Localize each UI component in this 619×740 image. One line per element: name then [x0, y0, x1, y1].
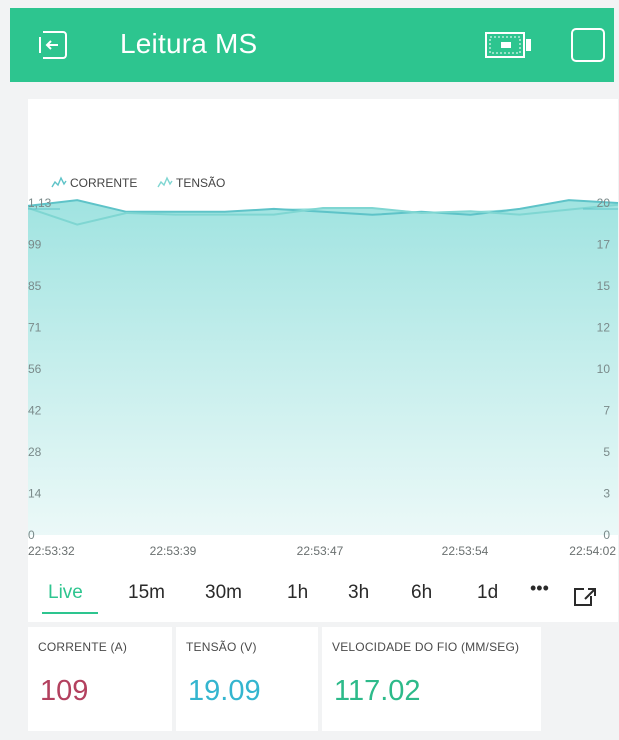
tile-value: 109	[40, 675, 89, 707]
tile-label: TENSÃO (V)	[186, 640, 257, 654]
series-area	[28, 200, 618, 535]
range-tab-1h[interactable]: 1h	[287, 582, 308, 604]
battery-icon[interactable]	[485, 30, 533, 60]
range-tab-live[interactable]: Live	[48, 582, 83, 604]
value-tile[interactable]: CORRENTE (A) 109	[28, 627, 172, 731]
square-icon[interactable]	[570, 27, 606, 63]
y-left-tick-label: 56	[28, 362, 42, 376]
tile-value: 19.09	[188, 675, 261, 707]
y-left-tick-label: 14	[28, 487, 42, 501]
y-right-tick-label: 5	[603, 445, 610, 459]
legend-label: TENSÃO	[176, 176, 225, 190]
y-left-tick-label: 99	[28, 238, 42, 252]
y-right-tick-label: 0	[603, 528, 610, 542]
active-range-underline	[42, 612, 98, 614]
exit-icon[interactable]	[36, 28, 70, 62]
range-tab-1d[interactable]: 1d	[477, 582, 498, 604]
y-right-tick-label: 12	[597, 321, 611, 335]
y-left-tick-label: 42	[28, 404, 42, 418]
tile-value: 117.02	[334, 675, 421, 707]
y-right-tick-label: 17	[597, 238, 611, 252]
x-tick-label: 22:54:02	[569, 544, 616, 558]
time-range-bar: Live 15m 30m 1h 3h 6h 1d •••	[28, 578, 618, 622]
range-tab-3h[interactable]: 3h	[348, 582, 369, 604]
y-right-tick-label: 15	[597, 279, 611, 293]
y-left-tick-label: 0	[28, 528, 35, 542]
legend-swatch-icon	[157, 176, 173, 188]
tile-label: CORRENTE (A)	[38, 640, 128, 654]
x-tick-label: 22:53:32	[28, 544, 75, 558]
page-title: Leitura MS	[120, 28, 258, 59]
x-tick-label: 22:53:39	[150, 544, 197, 558]
range-tab-15m[interactable]: 15m	[128, 582, 165, 604]
chart-card: 0 14 28 42 56 71 85 99 1,13 0 3 5 7 10 12 15 17 20 22:53:3…	[28, 99, 618, 622]
x-tick-label: 22:53:47	[297, 544, 344, 558]
y-left-tick-label: 28	[28, 445, 42, 459]
y-right-tick-label: 10	[597, 362, 611, 376]
external-link-icon[interactable]	[572, 586, 598, 608]
x-tick-label: 22:53:54	[442, 544, 489, 558]
y-right-tick-label: 20	[597, 196, 611, 210]
range-tab-more[interactable]: •••	[530, 578, 549, 599]
y-right-tick-label: 3	[603, 487, 610, 501]
y-left-tick-label: 85	[28, 279, 42, 293]
legend-label: CORRENTE	[70, 176, 137, 190]
legend-swatch-icon	[51, 176, 67, 188]
y-left-tick-label: 71	[28, 321, 42, 335]
value-tile[interactable]: TENSÃO (V) 19.09	[176, 627, 318, 731]
tile-label: VELOCIDADE DO FIO (MM/SEG)	[332, 640, 520, 654]
range-tab-6h[interactable]: 6h	[411, 582, 432, 604]
legend-item-corrente[interactable]: CORRENTE	[51, 176, 137, 190]
app-header: Leitura MS	[10, 8, 614, 82]
range-tab-30m[interactable]: 30m	[205, 582, 242, 604]
y-right-tick-label: 7	[603, 404, 610, 418]
y-left-tick-label: 1,13	[28, 196, 52, 210]
chart: 0 14 28 42 56 71 85 99 1,13 0 3 5 7 10 12 15 17 20 22:53:3…	[28, 176, 618, 558]
value-tile[interactable]: VELOCIDADE DO FIO (MM/SEG) 117.02	[322, 627, 541, 731]
legend-item-tensão[interactable]: TENSÃO	[157, 176, 225, 190]
